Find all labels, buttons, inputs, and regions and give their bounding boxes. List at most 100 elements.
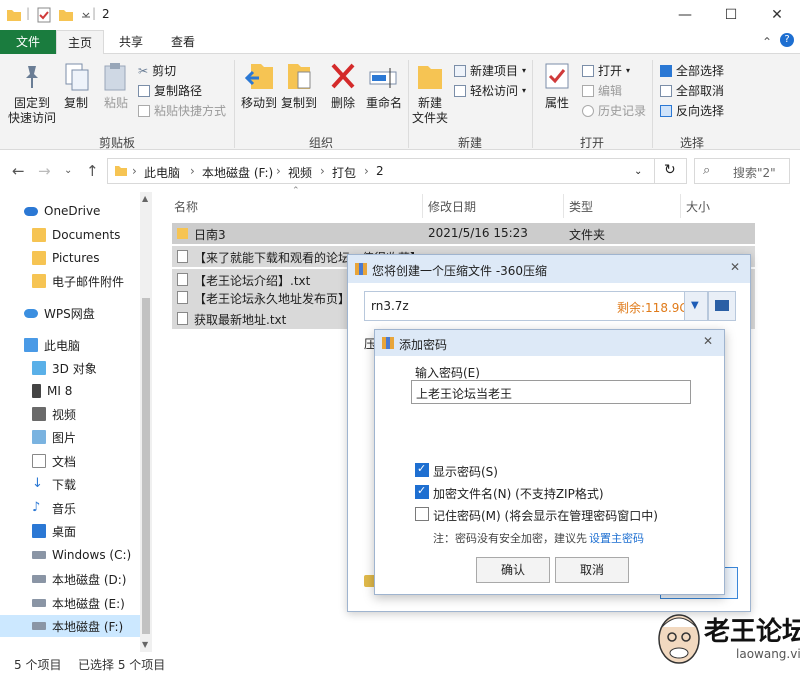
nav-item-desktop[interactable]: 桌面 — [0, 520, 150, 542]
address-row: ← → ⌄ ↑ › 此电脑 › 本地磁盘 (F:) › 视频 › 打包 › 2 … — [0, 150, 800, 192]
folder-icon[interactable] — [58, 7, 74, 23]
text-file-icon — [177, 273, 188, 286]
group-label-clipboard: 剪贴板 — [98, 136, 135, 150]
forward-arrow-icon[interactable]: → — [38, 162, 51, 180]
cancel-button[interactable]: 取消 — [555, 557, 629, 583]
checklist-icon[interactable] — [36, 7, 52, 23]
select-none-button[interactable]: 全部取消 — [660, 82, 724, 99]
open-button[interactable]: 打开 ▾ — [582, 62, 630, 79]
nav-item-drive-f[interactable]: 本地磁盘 (F:) — [0, 615, 150, 637]
nav-scroll-thumb[interactable] — [142, 298, 150, 634]
address-bar[interactable]: › 此电脑 › 本地磁盘 (F:) › 视频 › 打包 › 2 ⌄ ↻ — [107, 158, 687, 184]
maximize-button[interactable]: ☐ — [708, 0, 754, 30]
close-icon[interactable]: ✕ — [703, 334, 713, 348]
drive-icon — [32, 622, 46, 630]
column-date[interactable]: 修改日期 — [428, 198, 476, 215]
nav-item-mi8[interactable]: MI 8 — [0, 380, 150, 402]
show-password-checkbox[interactable]: ✓ — [415, 462, 429, 477]
nav-item-downloads[interactable]: ↓ 下载 — [0, 473, 150, 495]
breadcrumb-separator: › — [190, 164, 195, 178]
nav-item-this-pc[interactable]: 此电脑 — [0, 334, 150, 356]
ribbon: 固定到 快速访问 复制 粘贴 ✂ 剪切 复制路径 粘贴快捷方式 剪贴板 移动到 复… — [0, 54, 800, 150]
breadcrumb-item[interactable]: 本地磁盘 (F:) — [202, 164, 273, 181]
password-dialog: 添加密码 ✕ 输入密码(E) 上老王论坛当老王 ✓ 显示密码(S) ✓ 加密文件… — [374, 329, 725, 595]
filename-input[interactable]: rn3.7z 剩余:118.9GB — [364, 291, 700, 321]
minimize-button[interactable]: — — [662, 0, 708, 30]
breadcrumb-item[interactable]: 视频 — [288, 164, 312, 181]
column-divider — [680, 194, 681, 218]
nav-item-3d-objects[interactable]: 3D 对象 — [0, 357, 150, 379]
scroll-up-icon[interactable]: ▲ — [142, 194, 148, 203]
nav-item-drive-d[interactable]: 本地磁盘 (D:) — [0, 568, 150, 590]
column-type[interactable]: 类型 — [569, 198, 593, 215]
move-to-button[interactable]: 移动到 — [238, 96, 280, 111]
tab-home[interactable]: 主页 — [56, 30, 104, 55]
nav-item-wps[interactable]: WPS网盘 — [0, 302, 150, 324]
encrypt-filenames-checkbox[interactable]: ✓ — [415, 484, 429, 499]
breadcrumb-item[interactable]: 2 — [376, 164, 384, 178]
paste-button[interactable]: 粘贴 — [100, 96, 132, 111]
remember-password-checkbox[interactable] — [415, 507, 429, 521]
password-input[interactable]: 上老王论坛当老王 — [411, 380, 691, 404]
delete-button[interactable]: 删除 — [326, 96, 360, 111]
copy-button[interactable]: 复制 — [60, 96, 92, 111]
copy-path-button[interactable]: 复制路径 — [138, 82, 202, 99]
rename-button[interactable]: 重命名 — [362, 96, 406, 111]
set-master-password-link[interactable]: 设置主密码 — [589, 530, 644, 546]
paste-shortcut-button[interactable]: 粘贴快捷方式 — [138, 102, 226, 119]
chevron-down-icon[interactable]: ⌄ — [64, 165, 72, 176]
item-count: 5 个项目 — [14, 658, 62, 672]
folder-icon — [32, 274, 46, 288]
edit-button[interactable]: 编辑 — [582, 82, 622, 99]
browse-button[interactable] — [708, 291, 736, 321]
logo-text: 老王论坛 — [704, 617, 800, 647]
column-name[interactable]: 名称 — [174, 198, 198, 215]
nav-item-videos[interactable]: 视频 — [0, 403, 150, 425]
select-all-button[interactable]: 全部选择 — [660, 62, 724, 79]
new-folder-button[interactable]: 新建 文件夹 — [410, 96, 450, 126]
folder-icon[interactable] — [6, 7, 22, 23]
nav-item-email-attachments[interactable]: 电子邮件附件 — [0, 270, 150, 292]
nav-item-documents-pc[interactable]: 文档 — [0, 450, 150, 472]
nav-item-documents[interactable]: Documents — [0, 224, 150, 246]
tab-share[interactable]: 共享 — [108, 30, 154, 54]
close-button[interactable]: ✕ — [754, 0, 800, 30]
pin-quick-access-button[interactable]: 固定到 快速访问 — [4, 96, 60, 126]
up-arrow-icon[interactable]: ↑ — [86, 162, 99, 180]
chevron-up-icon[interactable]: ⌃ — [762, 35, 772, 49]
nav-item-onedrive[interactable]: OneDrive — [0, 200, 150, 222]
invert-selection-button[interactable]: 反向选择 — [660, 102, 724, 119]
easy-access-button[interactable]: 轻松访问 ▾ — [454, 82, 526, 99]
dropdown-button[interactable]: ▼ — [684, 291, 708, 321]
nav-item-drive-e[interactable]: 本地磁盘 (E:) — [0, 592, 150, 614]
nav-item-pictures[interactable]: Pictures — [0, 247, 150, 269]
window-title: 2 — [102, 7, 110, 21]
confirm-button[interactable]: 确认 — [476, 557, 550, 583]
back-arrow-icon[interactable]: ← — [12, 162, 25, 180]
chevron-down-icon[interactable]: ⌄ — [634, 166, 642, 177]
select-all-icon — [660, 64, 672, 77]
new-item-button[interactable]: 新建项目 ▾ — [454, 62, 526, 79]
column-size[interactable]: 大小 — [686, 198, 710, 215]
table-row[interactable]: 日南3 2021/5/16 15:23 文件夹 — [172, 223, 755, 244]
close-icon[interactable]: ✕ — [730, 260, 740, 274]
properties-button[interactable]: 属性 — [540, 96, 574, 111]
nav-item-drive-c[interactable]: Windows (C:) — [0, 544, 150, 566]
breadcrumb-item[interactable]: 此电脑 — [144, 164, 180, 181]
search-input[interactable]: ⌕ 搜索"2" — [694, 158, 790, 184]
refresh-icon[interactable]: ↻ — [664, 162, 676, 178]
chevron-down-icon: ▼ — [691, 300, 699, 311]
breadcrumb-item[interactable]: 打包 — [332, 164, 356, 181]
copy-to-button[interactable]: 复制到 — [278, 96, 320, 111]
row-type: 文件夹 — [569, 228, 606, 242]
tab-file[interactable]: 文件 — [0, 30, 56, 54]
help-icon[interactable]: ? — [780, 33, 794, 47]
dialog-header: 您将创建一个压缩文件 -360压缩 ✕ — [348, 255, 750, 283]
scroll-down-icon[interactable]: ▼ — [142, 640, 148, 649]
nav-item-music[interactable]: ♪ 音乐 — [0, 497, 150, 519]
scissors-icon: ✂ — [138, 63, 149, 78]
tab-view[interactable]: 查看 — [160, 30, 206, 54]
history-button[interactable]: 历史记录 — [582, 102, 646, 119]
nav-item-pictures-pc[interactable]: 图片 — [0, 426, 150, 448]
cut-button[interactable]: ✂ 剪切 — [138, 62, 176, 79]
